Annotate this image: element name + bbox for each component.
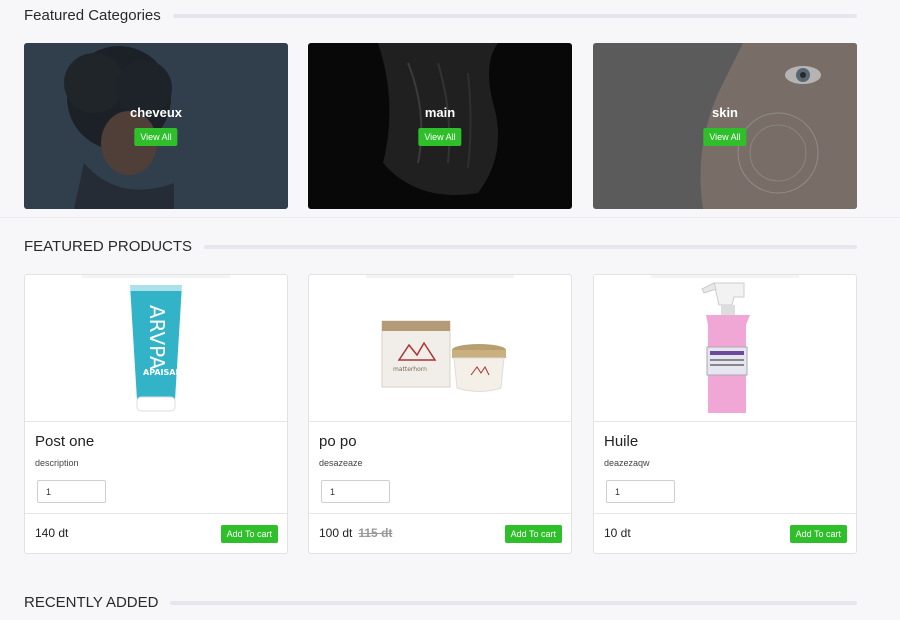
- view-all-button[interactable]: View All: [703, 128, 747, 146]
- featured-products-header: FEATURED PRODUCTS: [24, 238, 857, 255]
- quantity-input[interactable]: [37, 480, 106, 503]
- current-price: 100 dt: [319, 526, 353, 540]
- product-name[interactable]: po po: [319, 433, 357, 450]
- product-card: Huile deazezaqw 10 dt Add To cart: [593, 274, 857, 554]
- product-name[interactable]: Huile: [604, 433, 638, 450]
- product-price: 100 dt 115 dt: [319, 526, 392, 540]
- section-divider: [204, 244, 857, 249]
- product-footer: 10 dt Add To cart: [594, 513, 856, 555]
- product-image[interactable]: APAISANTE ARVPA: [25, 275, 287, 422]
- product-card: APAISANTE ARVPA Post one description 140…: [24, 274, 288, 554]
- current-price: 140 dt: [35, 526, 69, 540]
- view-all-button[interactable]: View All: [134, 128, 178, 146]
- add-to-cart-button[interactable]: Add To cart: [504, 525, 562, 543]
- category-card-cheveux[interactable]: cheveux View All: [24, 43, 288, 209]
- product-price: 10 dt: [604, 526, 631, 540]
- category-image: [308, 43, 572, 209]
- category-label: main: [424, 105, 456, 120]
- featured-categories-header: Featured Categories: [24, 7, 857, 24]
- category-card-skin[interactable]: skin View All: [593, 43, 857, 209]
- product-description: desazeaze: [319, 458, 363, 468]
- product-description: description: [35, 458, 79, 468]
- category-card-main[interactable]: main View All: [308, 43, 572, 209]
- quantity-input[interactable]: [321, 480, 390, 503]
- category-label: skin: [711, 105, 738, 120]
- product-price: 140 dt: [35, 526, 68, 540]
- current-price: 10 dt: [604, 526, 631, 540]
- view-all-button[interactable]: View All: [418, 128, 462, 146]
- product-footer: 100 dt 115 dt Add To cart: [309, 513, 571, 555]
- section-title: RECENTLY ADDED: [24, 594, 159, 611]
- section-separator: [0, 217, 900, 218]
- quantity-input[interactable]: [606, 480, 675, 503]
- product-image[interactable]: [594, 275, 856, 422]
- section-title: FEATURED PRODUCTS: [24, 238, 193, 255]
- add-to-cart-button[interactable]: Add To cart: [789, 525, 847, 543]
- product-footer: 140 dt Add To cart: [25, 513, 287, 555]
- old-price: 115 dt: [358, 526, 393, 540]
- product-description: deazezaqw: [604, 458, 650, 468]
- category-image: [593, 43, 857, 209]
- recently-added-header: RECENTLY ADDED: [24, 594, 857, 611]
- product-image[interactable]: matterhorn: [309, 275, 571, 422]
- section-divider: [172, 13, 857, 18]
- product-brand-text: matterhorn: [393, 366, 427, 373]
- category-image: [24, 43, 288, 209]
- section-title: Featured Categories: [24, 7, 161, 24]
- category-label: cheveux: [129, 105, 183, 120]
- product-card: matterhorn po po desazeaze 100 dt 115 dt …: [308, 274, 572, 554]
- product-name[interactable]: Post one: [35, 433, 94, 450]
- add-to-cart-button[interactable]: Add To cart: [220, 525, 278, 543]
- section-divider: [170, 600, 857, 605]
- product-brand-text: ARVPA: [145, 305, 169, 370]
